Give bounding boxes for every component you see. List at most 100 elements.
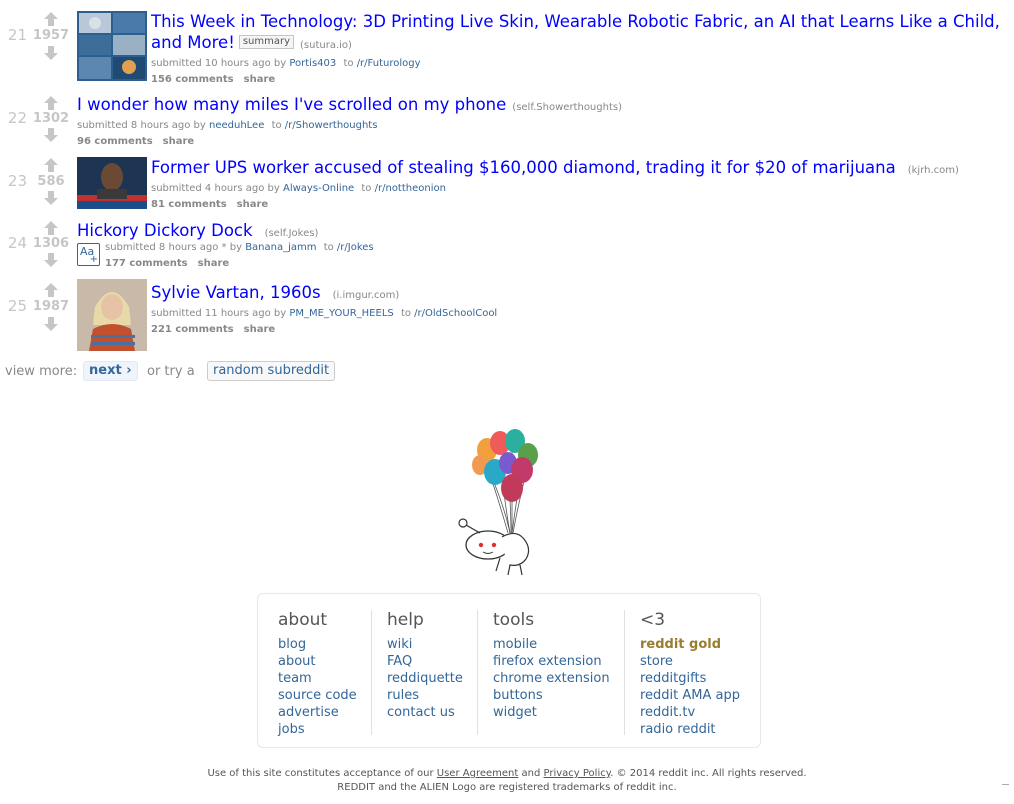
balloon-alien-mascot-icon bbox=[450, 425, 550, 576]
footer-link-firefox-extension[interactable]: firefox extension bbox=[493, 653, 610, 670]
legal-and-text: and bbox=[521, 768, 541, 779]
comments-link[interactable]: 156 comments bbox=[151, 74, 234, 85]
footer-link-buttons[interactable]: buttons bbox=[493, 687, 610, 704]
self-post-icon[interactable]: Aa + bbox=[77, 243, 100, 266]
footer-link-reddit-ama-app[interactable]: reddit AMA app bbox=[640, 687, 740, 704]
submitted-text: submitted 8 hours ago by bbox=[77, 120, 206, 131]
footer-heading: tools bbox=[493, 610, 535, 630]
author-link[interactable]: PM_ME_YOUR_HEELS bbox=[289, 308, 393, 319]
subreddit-link[interactable]: /r/Futurology bbox=[357, 58, 421, 69]
footer-link-faq[interactable]: FAQ bbox=[387, 653, 463, 670]
post-title-link[interactable]: Sylvie Vartan, 1960s bbox=[151, 283, 321, 302]
post-domain[interactable]: (self.Jokes) bbox=[265, 228, 319, 239]
post-21: 21 1957 This Week in Technology: 3D Prin… bbox=[0, 8, 1014, 88]
downvote-arrow-icon[interactable] bbox=[43, 45, 59, 61]
downvote-arrow-icon[interactable] bbox=[43, 252, 59, 268]
voting: 1306 bbox=[31, 217, 71, 272]
post-buttons: 177 comments share bbox=[105, 256, 995, 272]
submitted-text: submitted 11 hours ago by bbox=[151, 308, 287, 319]
privacy-policy-link[interactable]: Privacy Policy bbox=[544, 768, 611, 779]
share-link[interactable]: share bbox=[244, 74, 276, 85]
subreddit-link[interactable]: /r/OldSchoolCool bbox=[414, 308, 497, 319]
voting: 586 bbox=[31, 154, 71, 212]
footer-link-radio-reddit[interactable]: radio reddit bbox=[640, 721, 740, 738]
author-link[interactable]: Banana_jamm bbox=[245, 242, 316, 253]
footer-link-contact-us[interactable]: contact us bbox=[387, 704, 463, 721]
comments-link[interactable]: 96 comments bbox=[77, 136, 153, 147]
footer-heading: about bbox=[278, 610, 328, 630]
downvote-arrow-icon[interactable] bbox=[43, 190, 59, 206]
trademark-text: REDDIT and the ALIEN Logo are registered… bbox=[337, 782, 677, 793]
share-link[interactable]: share bbox=[163, 136, 195, 147]
post-title-link[interactable]: I wonder how many miles I've scrolled on… bbox=[77, 95, 506, 114]
footer-link-wiki[interactable]: wiki bbox=[387, 636, 463, 653]
copyright-text: . © 2014 reddit inc. All rights reserved… bbox=[610, 768, 807, 779]
footer-link-mobile[interactable]: mobile bbox=[493, 636, 610, 653]
footer-link-chrome-extension[interactable]: chrome extension bbox=[493, 670, 610, 687]
post-domain[interactable]: (kjrh.com) bbox=[908, 165, 959, 176]
post-domain[interactable]: (i.imgur.com) bbox=[333, 290, 400, 301]
portrait-photo-thumbnail[interactable] bbox=[77, 279, 147, 351]
footer-link-redditgifts[interactable]: redditgifts bbox=[640, 670, 740, 687]
footer-link-team[interactable]: team bbox=[278, 670, 357, 687]
footer-link-rules[interactable]: rules bbox=[387, 687, 463, 704]
footer-link-store[interactable]: store bbox=[640, 653, 740, 670]
post-rank: 23 bbox=[7, 172, 27, 190]
post-title-link[interactable]: Former UPS worker accused of stealing $1… bbox=[151, 158, 896, 177]
comments-link[interactable]: 81 comments bbox=[151, 199, 227, 210]
post-tagline: submitted 4 hours ago by Always-Online t… bbox=[151, 181, 1006, 197]
footer-divider bbox=[624, 610, 625, 735]
footer-link-source-code[interactable]: source code bbox=[278, 687, 357, 704]
post-rank: 22 bbox=[7, 109, 27, 127]
post-tagline: submitted 8 hours ago * by Banana_jamm t… bbox=[105, 240, 995, 256]
next-page-button[interactable]: next › bbox=[83, 361, 138, 381]
post-entry: This Week in Technology: 3D Printing Liv… bbox=[151, 11, 1006, 88]
post-score: 1306 bbox=[32, 236, 70, 251]
footer-link-reddit-gold[interactable]: reddit gold bbox=[640, 636, 740, 653]
upvote-arrow-icon[interactable] bbox=[43, 282, 59, 298]
footer-link-about[interactable]: about bbox=[278, 653, 357, 670]
author-link[interactable]: Portis403 bbox=[289, 58, 336, 69]
comments-link[interactable]: 177 comments bbox=[105, 258, 188, 269]
random-subreddit-button[interactable]: random subreddit bbox=[207, 361, 336, 381]
footer-link-reddit-tv[interactable]: reddit.tv bbox=[640, 704, 740, 721]
to-text: to bbox=[400, 308, 411, 319]
post-title-line: Sylvie Vartan, 1960s (i.imgur.com) bbox=[151, 282, 1006, 306]
share-link[interactable]: share bbox=[244, 324, 276, 335]
downvote-arrow-icon[interactable] bbox=[43, 127, 59, 143]
subreddit-link[interactable]: /r/nottheonion bbox=[375, 183, 446, 194]
submitted-text: submitted 4 hours ago by bbox=[151, 183, 280, 194]
footer-link-advertise[interactable]: advertise bbox=[278, 704, 357, 721]
upvote-arrow-icon[interactable] bbox=[43, 157, 59, 173]
author-link[interactable]: Always-Online bbox=[283, 183, 354, 194]
summary-button[interactable]: summary bbox=[238, 35, 294, 49]
post-domain[interactable]: (sutura.io) bbox=[300, 40, 352, 51]
author-link[interactable]: needuhLee bbox=[209, 120, 264, 131]
post-title-link[interactable]: Hickory Dickory Dock bbox=[77, 221, 253, 240]
footer-link-blog[interactable]: blog bbox=[278, 636, 357, 653]
downvote-arrow-icon[interactable] bbox=[43, 316, 59, 332]
footer-link-widget[interactable]: widget bbox=[493, 704, 610, 721]
upvote-arrow-icon[interactable] bbox=[43, 220, 59, 236]
post-buttons: 156 comments share bbox=[151, 72, 1006, 88]
post-tagline: submitted 8 hours ago by needuhLee to /r… bbox=[77, 118, 997, 134]
post-tagline: submitted 11 hours ago by PM_ME_YOUR_HEE… bbox=[151, 306, 1006, 322]
comments-link[interactable]: 221 comments bbox=[151, 324, 234, 335]
share-link[interactable]: share bbox=[237, 199, 269, 210]
to-text: to bbox=[361, 183, 372, 194]
subreddit-link[interactable]: /r/Showerthoughts bbox=[285, 120, 378, 131]
post-domain[interactable]: (self.Showerthoughts) bbox=[512, 102, 622, 113]
news-portrait-thumbnail[interactable] bbox=[77, 157, 147, 209]
upvote-arrow-icon[interactable] bbox=[43, 11, 59, 27]
submitted-text: submitted 8 hours ago * by bbox=[105, 242, 242, 253]
footer: about blog about team source code advert… bbox=[257, 593, 761, 748]
user-agreement-link[interactable]: User Agreement bbox=[437, 768, 519, 779]
to-text: to bbox=[343, 58, 354, 69]
share-link[interactable]: share bbox=[198, 258, 230, 269]
to-text: to bbox=[271, 120, 282, 131]
tech-collage-thumbnail[interactable] bbox=[77, 11, 147, 81]
upvote-arrow-icon[interactable] bbox=[43, 95, 59, 111]
footer-link-reddiquette[interactable]: reddiquette bbox=[387, 670, 463, 687]
subreddit-link[interactable]: /r/Jokes bbox=[337, 242, 374, 253]
footer-link-jobs[interactable]: jobs bbox=[278, 721, 357, 738]
